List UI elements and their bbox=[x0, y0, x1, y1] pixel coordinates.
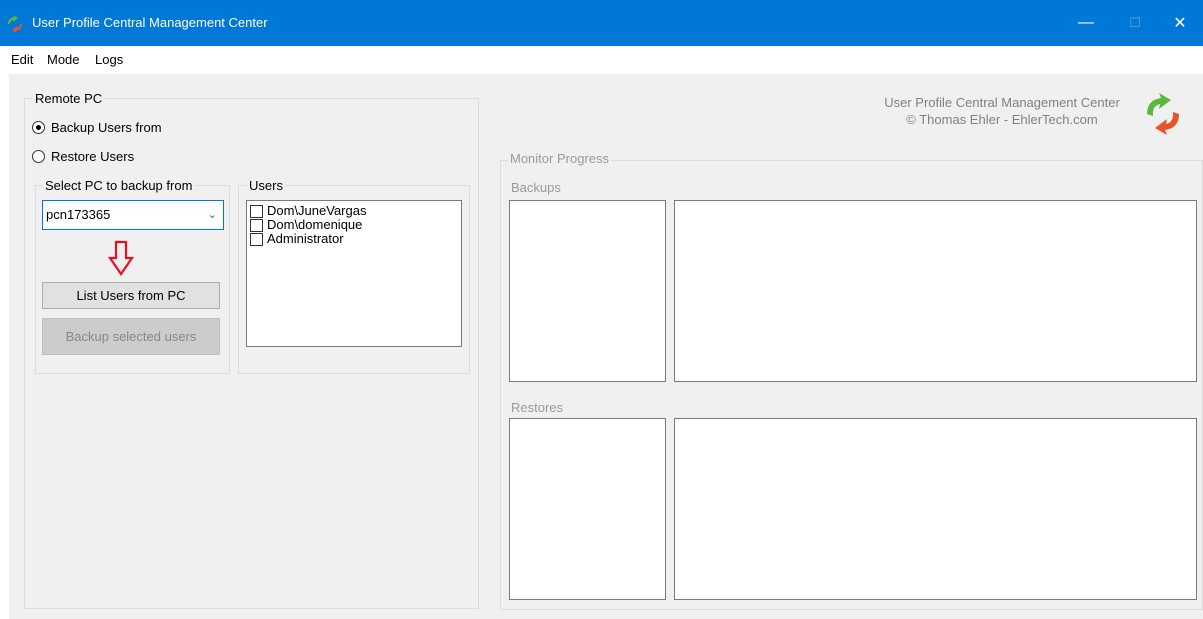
list-item[interactable]: Administrator bbox=[247, 232, 461, 246]
backup-radio-circle[interactable] bbox=[32, 121, 45, 134]
restores-list-panel[interactable] bbox=[509, 418, 666, 600]
user-checkbox[interactable] bbox=[250, 232, 263, 246]
menu-edit[interactable]: Edit bbox=[11, 52, 33, 68]
close-button[interactable]: ✕ bbox=[1157, 0, 1203, 46]
user-name: Dom\domenique bbox=[267, 217, 363, 232]
radio-selected-dot bbox=[36, 125, 41, 130]
list-item[interactable]: Dom\domenique bbox=[247, 218, 461, 232]
pc-select-combo[interactable]: pcn173365 ⌄ bbox=[42, 200, 224, 230]
restores-label: Restores bbox=[511, 400, 564, 415]
restore-radio[interactable]: Restore Users bbox=[32, 149, 134, 164]
menu-mode[interactable]: Mode bbox=[47, 52, 80, 68]
minimize-button[interactable]: — bbox=[1063, 0, 1109, 46]
backup-selected-button[interactable]: Backup selected users bbox=[42, 318, 220, 355]
restore-radio-label: Restore Users bbox=[51, 149, 135, 164]
brand-line-copyright: © Thomas Ehler - EhlerTech.com bbox=[906, 112, 1098, 127]
chevron-down-icon[interactable]: ⌄ bbox=[208, 208, 217, 221]
backup-radio[interactable]: Backup Users from bbox=[32, 120, 162, 135]
brand-text: User Profile Central Management Center ©… bbox=[867, 94, 1137, 128]
restores-detail-panel[interactable] bbox=[674, 418, 1197, 600]
user-checkbox[interactable] bbox=[250, 204, 263, 218]
monitor-progress-label: Monitor Progress bbox=[508, 151, 611, 167]
maximize-button[interactable]: ☐ bbox=[1112, 0, 1158, 46]
users-label: Users bbox=[247, 178, 285, 194]
users-listbox[interactable]: Dom\JuneVargas Dom\domenique Administrat… bbox=[246, 200, 462, 347]
client-area: Remote PC Backup Users from Restore User… bbox=[9, 74, 1203, 619]
app-logo-icon bbox=[8, 15, 22, 33]
backups-label: Backups bbox=[511, 180, 561, 195]
select-pc-label: Select PC to backup from bbox=[43, 178, 195, 194]
window-title: User Profile Central Management Center bbox=[32, 15, 268, 30]
user-name: Administrator bbox=[267, 231, 344, 246]
user-checkbox[interactable] bbox=[250, 218, 263, 232]
backups-list-panel[interactable] bbox=[509, 200, 666, 382]
remote-pc-label: Remote PC bbox=[33, 91, 105, 107]
brand-line-title: User Profile Central Management Center bbox=[884, 95, 1120, 110]
backups-detail-panel[interactable] bbox=[674, 200, 1197, 382]
menu-logs[interactable]: Logs bbox=[95, 52, 123, 68]
backup-radio-label: Backup Users from bbox=[51, 120, 162, 135]
list-users-button[interactable]: List Users from PC bbox=[42, 282, 220, 309]
restore-radio-circle[interactable] bbox=[32, 150, 45, 163]
pc-select-value: pcn173365 bbox=[46, 207, 111, 222]
red-down-arrow-icon bbox=[108, 240, 134, 276]
list-item[interactable]: Dom\JuneVargas bbox=[247, 204, 461, 218]
title-bar: User Profile Central Management Center —… bbox=[0, 0, 1203, 46]
app-logo-large-icon bbox=[1147, 93, 1179, 135]
menu-bar: Edit Mode Logs bbox=[0, 46, 1203, 74]
user-name: Dom\JuneVargas bbox=[267, 203, 367, 218]
